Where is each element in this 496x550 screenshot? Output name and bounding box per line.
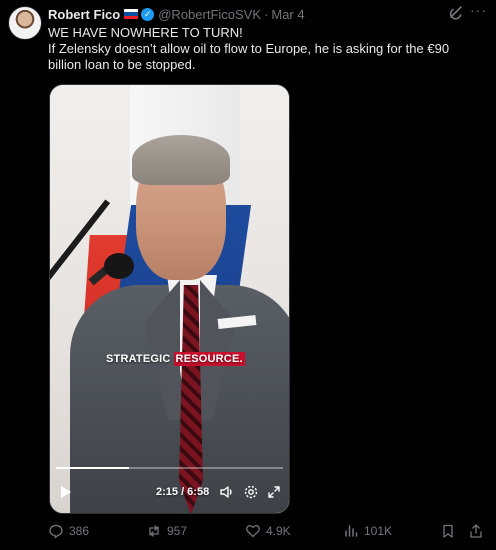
views-count: 101K (364, 524, 393, 538)
tweet-line-2: If Zelensky doesn’t allow oil to flow to… (48, 41, 450, 72)
video-time: 2:15 / 6:58 (156, 486, 210, 498)
video-player[interactable]: STRATEGIC RESOURCE. 2:15 / 6:58 (49, 84, 290, 514)
fullscreen-icon[interactable] (266, 484, 282, 500)
verified-badge-icon[interactable]: ✓ (141, 7, 155, 21)
reply-count: 386 (69, 524, 90, 538)
views-button[interactable]: 101K (343, 521, 392, 541)
tweet-line-1: WE HAVE NOWHERE TO TURN! (48, 25, 243, 40)
play-icon[interactable] (61, 486, 71, 498)
post-date[interactable]: Mar 4 (271, 7, 304, 22)
avatar[interactable] (8, 6, 42, 40)
views-chart-icon (345, 525, 358, 537)
microphone (104, 253, 134, 279)
slovakia-flag-icon (124, 9, 139, 19)
tweet-text: WE HAVE NOWHERE TO TURN! If Zelensky doe… (48, 25, 484, 73)
bookmark-icon[interactable] (440, 523, 456, 539)
reply-button[interactable]: 386 (48, 521, 89, 541)
author-name[interactable]: Robert Fico (48, 7, 120, 22)
reply-icon (49, 524, 63, 539)
video-controls: 2:15 / 6:58 (50, 473, 289, 513)
speaker-hair (132, 135, 230, 185)
separator-dot: · (264, 6, 269, 22)
video-progress-bar[interactable] (56, 467, 283, 469)
video-caption: STRATEGIC RESOURCE. (106, 352, 245, 366)
video-progress-fill (56, 467, 129, 469)
volume-icon[interactable] (219, 484, 235, 500)
repost-button[interactable]: 957 (146, 521, 187, 541)
author-handle[interactable]: @RobertFicoSVK (158, 7, 261, 22)
share-icon[interactable] (468, 523, 484, 539)
more-dots-icon[interactable]: ··· (470, 3, 486, 19)
tweet[interactable]: Robert Fico ✓ @RobertFicoSVK · Mar 4 ···… (0, 0, 496, 550)
like-button[interactable]: 4.9K (245, 521, 291, 541)
action-bar: 386 957 4.9K 101K (48, 521, 488, 541)
heart-icon (246, 525, 260, 538)
settings-gear-icon[interactable] (243, 484, 259, 500)
like-count: 4.9K (266, 524, 291, 538)
repost-count: 957 (167, 524, 188, 538)
tweet-header: Robert Fico ✓ @RobertFicoSVK · Mar 4 (48, 6, 484, 22)
caption-highlight: RESOURCE. (173, 352, 245, 366)
grok-icon[interactable] (448, 5, 464, 21)
caption-text: STRATEGIC (106, 353, 171, 365)
repost-icon (149, 525, 159, 537)
